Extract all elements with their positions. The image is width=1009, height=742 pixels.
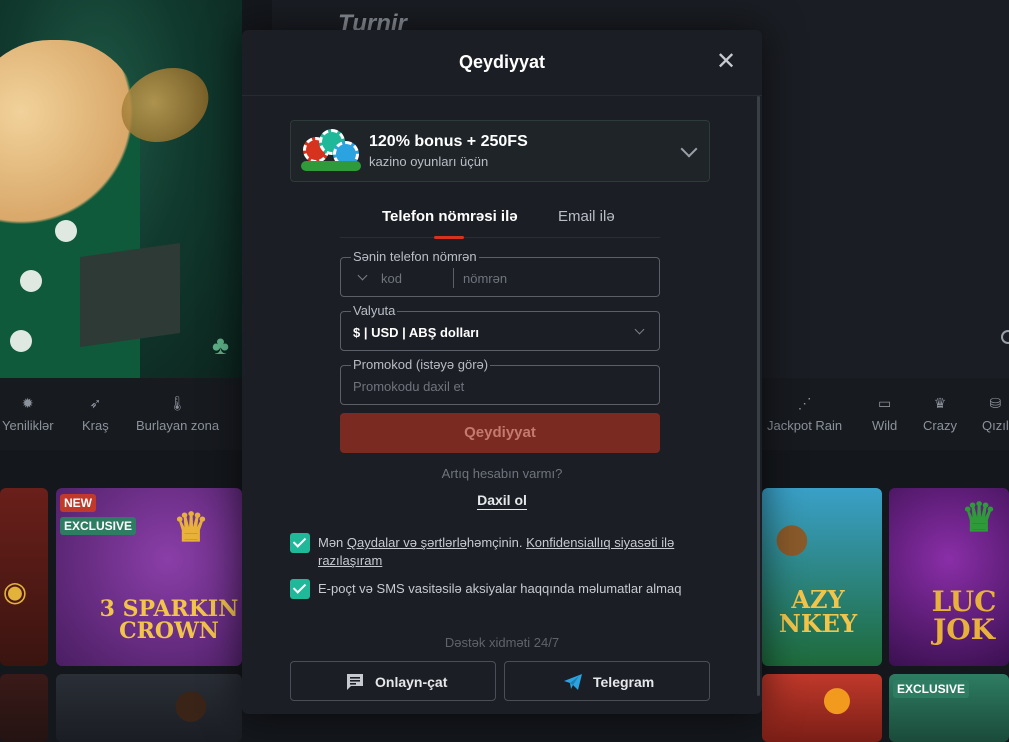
category-label: Kraş <box>82 418 109 433</box>
category-label: Crazy <box>923 418 957 433</box>
polka-dot <box>55 220 77 242</box>
category-jackpot-rain[interactable]: ⋰ Jackpot Rain <box>767 392 842 433</box>
active-tab-indicator <box>434 236 464 239</box>
chevron-down-icon <box>634 324 645 335</box>
game-title: LUC JOK <box>931 585 997 646</box>
category-label: Qızıl <box>982 418 1009 433</box>
phone-label: Sənin telefon nömrən <box>351 249 479 264</box>
hero-banner-left[interactable]: ♣ <box>0 0 242 378</box>
game-tile[interactable]: EXCLUSIVE <box>889 674 1009 742</box>
game-title: AZY NKEY <box>778 585 858 638</box>
chevron-down-icon <box>357 270 368 281</box>
login-link-wrap: Daxil ol <box>242 492 762 510</box>
country-code-input[interactable]: kod <box>381 271 402 286</box>
promo-input[interactable]: Promokodu daxil et <box>353 379 464 394</box>
registration-tabs: Telefon nömrəsi ilə Email ilə <box>340 204 660 239</box>
category-label: Yeniliklər <box>2 418 54 433</box>
rain-icon: ⋰ <box>797 395 812 411</box>
bonus-selector[interactable]: 120% bonus + 250FS kazino oyunları üçün <box>290 120 710 182</box>
tab-email[interactable]: Email ilə <box>558 208 615 225</box>
gift-box-graphic <box>80 242 180 348</box>
modal-title: Qeydiyyat <box>458 52 546 72</box>
terms-middle: həmçinin. <box>466 535 527 550</box>
category-wild[interactable]: ▭ Wild <box>872 392 897 433</box>
casino-chips-icon <box>301 127 361 175</box>
game-tile-fruit[interactable]: ● <box>762 674 882 742</box>
game-tile-live-dealer[interactable]: ● <box>56 674 242 742</box>
bonus-subtitle: kazino oyunları üçün <box>369 154 489 169</box>
online-chat-button[interactable]: Onlayn-çat <box>290 661 496 701</box>
close-icon[interactable]: ✕ <box>716 50 736 74</box>
bonus-title: 120% bonus + 250FS <box>369 133 528 150</box>
telegram-button[interactable]: Telegram <box>504 661 710 701</box>
category-gold[interactable]: ⛁ Qızıl <box>982 392 1009 433</box>
new-badge-icon: ✹ <box>21 395 34 411</box>
game-tile[interactable]: ◉ <box>0 488 48 666</box>
dealer-graphic: ● <box>173 680 209 727</box>
category-crazy[interactable]: ♛ Crazy <box>923 392 957 433</box>
marketing-checkbox[interactable] <box>290 579 310 599</box>
category-new[interactable]: ✹ Yeniliklər <box>2 392 54 433</box>
game-tile-lucky-joker[interactable]: ♛ LUC JOK <box>889 488 1009 666</box>
marketing-text: E-poçt və SMS vasitəsilə aksiyalar haqqı… <box>318 581 682 596</box>
currency-value: $ | USD | ABŞ dolları <box>353 325 479 340</box>
chevron-down-icon <box>680 140 698 158</box>
terms-text: Mən Qaydalar və şərtlərləhəmçinin. Konfi… <box>318 534 718 570</box>
polka-dot <box>20 270 42 292</box>
category-label: Wild <box>872 418 898 433</box>
chat-icon <box>347 674 363 690</box>
phone-field: Sənin telefon nömrən kod nömrən <box>340 249 660 297</box>
wild-icon: ▭ <box>878 395 892 411</box>
registration-modal: Qeydiyyat ✕ 120% bonus + 250FS kazino oy… <box>242 30 762 714</box>
polka-dot <box>10 330 32 352</box>
clover-icon: ♣ <box>212 330 230 360</box>
monkey-graphic: ● <box>774 514 810 561</box>
new-badge: NEW <box>60 494 96 512</box>
modal-header: Qeydiyyat ✕ <box>242 30 762 96</box>
gold-icon: ⛁ <box>989 395 1002 411</box>
telegram-label: Telegram <box>593 674 655 690</box>
category-label: Jackpot Rain <box>767 418 843 433</box>
crown-icon: ♛ <box>173 504 209 551</box>
category-label: Burlayan zona <box>136 418 220 433</box>
scrollbar[interactable] <box>757 96 760 696</box>
divider <box>453 268 454 288</box>
tab-phone[interactable]: Telefon nömrəsi ilə <box>382 208 518 225</box>
exclusive-badge: EXCLUSIVE <box>893 680 970 698</box>
exclusive-badge: EXCLUSIVE <box>60 517 137 535</box>
slider-dot-icon[interactable] <box>1001 330 1009 344</box>
terms-prefix: Mən <box>318 535 347 550</box>
orange-icon: ● <box>822 679 852 719</box>
terms-checkbox[interactable] <box>290 533 310 553</box>
telegram-icon <box>564 674 582 690</box>
register-button[interactable]: Qeydiyyat <box>340 413 660 453</box>
currency-label: Valyuta <box>351 303 398 318</box>
online-chat-label: Onlayn-çat <box>375 674 448 690</box>
category-hot-zone[interactable]: 🌡 Burlayan zona <box>136 392 219 433</box>
promo-label: Promokod (istəyə görə) <box>351 357 491 372</box>
jester-hat-icon: ♛ <box>961 494 997 541</box>
support-title: Dəstək xidməti 24/7 <box>444 635 560 650</box>
game-tile-crazy-monkey[interactable]: ● AZY NKEY <box>762 488 882 666</box>
phone-number-input[interactable]: nömrən <box>463 271 507 286</box>
coin-stack-graphic: ◉ <box>2 575 28 608</box>
rocket-icon: ➶ <box>89 395 102 411</box>
thermometer-icon: 🌡 <box>168 395 187 411</box>
game-tile[interactable] <box>0 674 48 742</box>
have-account-text: Artıq hesabın varmı? <box>441 466 563 481</box>
login-link[interactable]: Daxil ol <box>477 492 527 510</box>
category-crash[interactable]: ➶ Kraş <box>82 392 109 433</box>
game-tile-sparkling-crown[interactable]: NEW EXCLUSIVE ♛ 3 SPARKIN CROWN <box>56 488 242 666</box>
promo-field: Promokod (istəyə görə) Promokodu daxil e… <box>340 357 660 405</box>
game-title: 3 SPARKIN CROWN <box>99 596 239 644</box>
jester-icon: ♛ <box>933 395 947 411</box>
currency-select[interactable]: Valyuta $ | USD | ABŞ dolları <box>340 303 660 351</box>
rules-link[interactable]: Qaydalar və şərtlərlə <box>347 535 467 550</box>
